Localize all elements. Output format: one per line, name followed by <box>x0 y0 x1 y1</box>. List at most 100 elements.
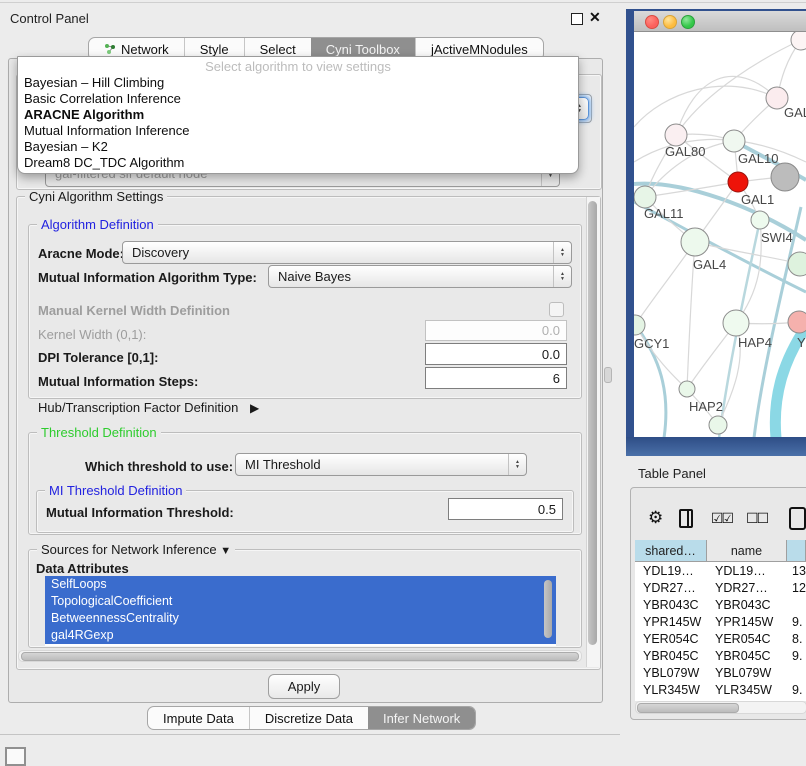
column-header-shared…[interactable]: shared… <box>635 540 707 562</box>
network-graph: GALGAL80GAL10GAL1GAL11SWI4GAL4GCY1HAP4YH… <box>634 32 806 437</box>
settings-hscroll-thumb[interactable] <box>21 652 579 661</box>
table-row[interactable]: YER054CYER054C8. <box>635 630 806 647</box>
table-hscroll-thumb[interactable] <box>637 703 739 713</box>
tab-label: Impute Data <box>163 711 234 726</box>
hub-definition-label: Hub/Transcription Factor Definition <box>38 400 238 415</box>
clear-all-checkboxes-icon[interactable]: ☐☐ <box>746 510 767 527</box>
sources-title-text: Sources for Network Inference <box>41 542 217 557</box>
column-header-cut[interactable] <box>787 540 806 562</box>
table-panel-title: Table Panel <box>638 466 706 481</box>
settings-scrollbar-thumb[interactable] <box>588 201 597 645</box>
dropdown-item-dream8-dc-tdc-algorithm[interactable]: Dream8 DC_TDC Algorithm <box>18 155 578 171</box>
node-pink-right[interactable] <box>788 311 806 333</box>
table-row[interactable]: YPR145WYPR145W9. <box>635 613 806 630</box>
dropdown-item-bayesian-k2[interactable]: Bayesian – K2 <box>18 139 578 155</box>
float-panel-icon[interactable] <box>571 13 583 25</box>
table-cell: 12 <box>787 579 806 596</box>
gear-icon[interactable]: ⚙ <box>648 508 663 528</box>
kernel-width-label: Kernel Width (0,1): <box>38 327 146 342</box>
close-icon[interactable]: ✕ <box>589 9 601 26</box>
network-canvas[interactable]: GALGAL80GAL10GAL1GAL11SWI4GAL4GCY1HAP4YH… <box>634 32 806 437</box>
table-row[interactable]: YBL079WYBL079W <box>635 664 806 681</box>
manual-kernel-checkbox[interactable] <box>549 302 564 317</box>
node-gal1[interactable] <box>728 172 748 192</box>
attributes-scrollbar-thumb[interactable] <box>544 580 552 638</box>
attribute-item-gal4rgexp[interactable]: gal4RGexp <box>45 627 556 644</box>
table-cell: 8. <box>787 630 806 647</box>
kernel-width-field[interactable]: 0.0 <box>425 320 567 341</box>
column-header-name[interactable]: name <box>707 540 787 562</box>
select-all-checkboxes-icon[interactable]: ☑☑ <box>711 510 732 527</box>
tab-label: Infer Network <box>383 711 460 726</box>
attribute-item-topologicalcoefficient[interactable]: TopologicalCoefficient <box>45 593 556 610</box>
algorithm-dropdown-list: Select algorithm to view settings Bayesi… <box>17 56 579 174</box>
table-toolbar: ⚙ ☑☑ ☐☐ <box>634 500 806 536</box>
node-table[interactable]: shared…nameYDL19…YDL19…13YDR27…YDR27…12Y… <box>635 540 806 701</box>
node-label-gal11: GAL11 <box>644 206 684 221</box>
function-builder-icon[interactable] <box>789 507 806 530</box>
dropdown-item-aracne-algorithm[interactable]: ARACNE Algorithm <box>18 107 578 123</box>
table-cell: YLR345W <box>635 681 707 698</box>
tab-label: Style <box>200 42 229 57</box>
manual-kernel-label: Manual Kernel Width Definition <box>38 303 230 318</box>
table-row[interactable]: YLR345WYLR345W9. <box>635 681 806 698</box>
table-cell: YBL079W <box>707 664 787 681</box>
attribute-item-selfloops[interactable]: SelfLoops <box>45 576 556 593</box>
node-gal10[interactable] <box>723 130 745 152</box>
node-gal4[interactable] <box>681 228 709 256</box>
node-gal11[interactable] <box>634 186 656 208</box>
hub-definition-expander[interactable]: Hub/Transcription Factor Definition ▶ <box>38 400 259 415</box>
close-traffic-light-icon[interactable] <box>645 15 659 29</box>
data-attributes-list[interactable]: SelfLoopsTopologicalCoefficientBetweenne… <box>45 576 556 646</box>
mi-steps-field[interactable]: 6 <box>425 367 567 389</box>
apply-button-label: Apply <box>288 679 321 694</box>
table-row[interactable]: YBR043CYBR043C <box>635 596 806 613</box>
dpi-tolerance-field[interactable]: 0.0 <box>425 343 567 365</box>
table-cell: YPR145W <box>635 613 707 630</box>
tab-discretize-data[interactable]: Discretize Data <box>249 707 368 729</box>
table-cell: YDL19… <box>707 562 787 579</box>
table-row[interactable]: YBR045CYBR045C9. <box>635 647 806 664</box>
node-gray-node[interactable] <box>771 163 799 191</box>
dpi-tolerance-value: 0.0 <box>542 347 560 362</box>
which-threshold-select[interactable]: MI Threshold ▲▼ <box>235 453 527 476</box>
node-hap4[interactable] <box>723 310 749 336</box>
node-top-right[interactable] <box>791 32 806 50</box>
minimized-panel-icon[interactable] <box>5 747 26 766</box>
node-label-hap4: HAP4 <box>738 335 772 350</box>
table-row[interactable]: YDR27…YDR27…12 <box>635 579 806 596</box>
dropdown-item-basic-correlation-inference[interactable]: Basic Correlation Inference <box>18 91 578 107</box>
aracne-mode-select[interactable]: Discovery ▲▼ <box>122 241 572 264</box>
zoom-traffic-light-icon[interactable] <box>681 15 695 29</box>
mi-steps-label: Mutual Information Steps: <box>38 374 198 389</box>
node-swi4[interactable] <box>751 211 769 229</box>
kernel-width-value: 0.0 <box>542 323 560 338</box>
node-gcy1[interactable] <box>634 315 645 335</box>
node-gal80[interactable] <box>665 124 687 146</box>
node-hap2[interactable] <box>679 381 695 397</box>
splitter-handle[interactable] <box>604 367 612 383</box>
dropdown-item-bayesian-hill-climbing[interactable]: Bayesian – Hill Climbing <box>18 75 578 91</box>
tab-label: Network <box>121 42 169 57</box>
attribute-item-betweennesscentrality[interactable]: BetweennessCentrality <box>45 610 556 627</box>
mi-type-select[interactable]: Naive Bayes ▲▼ <box>268 265 572 288</box>
table-cell: YPR145W <box>707 613 787 630</box>
tab-label: jActiveMNodules <box>431 42 528 57</box>
tab-impute-data[interactable]: Impute Data <box>148 707 249 729</box>
tab-infer-network[interactable]: Infer Network <box>368 707 475 729</box>
network-window-titlebar[interactable] <box>634 11 806 32</box>
columns-icon[interactable] <box>679 509 693 528</box>
minimize-traffic-light-icon[interactable] <box>663 15 677 29</box>
expand-right-icon: ▶ <box>250 401 259 415</box>
stepper-icon: ▲▼ <box>553 242 571 263</box>
dropdown-item-mutual-information-inference[interactable]: Mutual Information Inference <box>18 123 578 139</box>
table-cell: YER054C <box>707 630 787 647</box>
apply-button[interactable]: Apply <box>268 674 340 699</box>
mi-threshold-field[interactable]: 0.5 <box>448 498 563 520</box>
node-bottom-node[interactable] <box>709 416 727 434</box>
dpi-tolerance-label: DPI Tolerance [0,1]: <box>38 350 158 365</box>
tab-label: Cyni Toolbox <box>326 42 400 57</box>
node-label-gal80: GAL80 <box>665 144 705 159</box>
collapse-down-icon[interactable]: ▼ <box>220 545 231 557</box>
table-row[interactable]: YDL19…YDL19…13 <box>635 562 806 579</box>
